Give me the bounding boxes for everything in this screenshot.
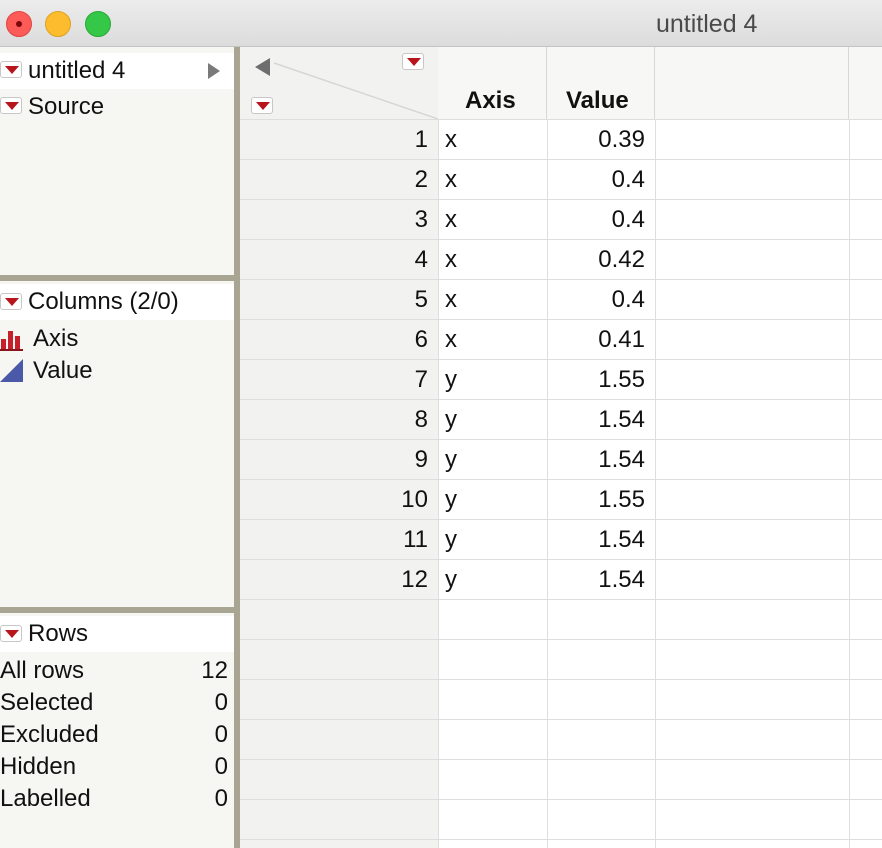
panel-splitter[interactable] [0,605,234,613]
grid-row-line [240,679,882,680]
rows-disclosure-icon[interactable] [0,625,22,642]
grid-column-line [655,119,656,848]
cell-axis[interactable]: x [445,280,457,320]
grid-row-line [240,639,882,640]
scroll-left-icon [255,58,270,76]
row-menu-disclosure-icon[interactable] [251,97,273,114]
close-button[interactable] [6,11,32,37]
grid-row-line [240,799,882,800]
cell-value[interactable]: 1.55 [545,480,645,520]
cell-value[interactable]: 0.41 [545,320,645,360]
source-label[interactable]: Source [28,93,104,121]
cell-axis[interactable]: x [445,160,457,200]
data-grid: Axis Value 1 x 0.39 2 x 0.4 3 x 0.4 4 x 0.42 5 x 0.4 6 x… [240,47,882,848]
cell-value[interactable]: 1.54 [545,440,645,480]
cell-axis[interactable]: x [445,320,457,360]
cell-axis[interactable]: y [445,400,457,440]
row-number[interactable]: 2 [240,160,428,200]
columns-disclosure-icon[interactable] [0,293,22,310]
cell-value[interactable]: 0.4 [545,200,645,240]
continuous-triangle-icon [0,359,23,382]
row-number[interactable]: 3 [240,200,428,240]
column-item-axis[interactable]: Axis [33,325,78,353]
rows-stat-selected[interactable]: Selected 0 [0,689,230,717]
cell-value[interactable]: 1.55 [545,360,645,400]
expand-arrow-icon[interactable] [206,62,222,80]
cell-axis[interactable]: y [445,560,457,600]
row-number[interactable]: 1 [240,120,428,160]
column-header-value[interactable]: Value [547,47,655,119]
rows-stat-label: Labelled [0,785,91,812]
table-name-label: untitled 4 [28,57,126,84]
grid-column-line [849,119,850,848]
rows-stat-value: 12 [201,657,228,684]
grid-column-line [438,119,439,848]
row-number[interactable]: 5 [240,280,428,320]
row-number[interactable]: 8 [240,400,428,440]
cell-value[interactable]: 0.39 [545,120,645,160]
cell-axis[interactable]: y [445,440,457,480]
cell-axis[interactable]: x [445,240,457,280]
rows-stat-label: Excluded [0,721,99,748]
rows-stat-hidden[interactable]: Hidden 0 [0,753,230,781]
grid-row-line [240,839,882,840]
rows-stat-value: 0 [214,753,228,780]
rows-stat-label: Hidden [0,753,77,780]
cell-axis[interactable]: y [445,520,457,560]
rows-stat-all[interactable]: All rows 12 [0,657,230,685]
column-header-axis[interactable]: Axis [438,47,547,119]
cell-axis[interactable]: x [445,120,457,160]
cell-value[interactable]: 1.54 [545,520,645,560]
left-panel: untitled 4 Source Columns (2/0) Axis Val… [0,47,234,848]
row-number[interactable]: 12 [240,560,428,600]
grid-row-line [240,759,882,760]
minimize-button[interactable] [45,11,71,37]
rows-stat-value: 0 [214,721,228,748]
cell-value[interactable]: 0.4 [545,280,645,320]
source-disclosure-icon[interactable] [0,97,22,114]
column-header-empty[interactable] [849,47,882,119]
cell-value[interactable]: 1.54 [545,560,645,600]
column-menu-disclosure-icon[interactable] [402,53,424,70]
rows-stat-excluded[interactable]: Excluded 0 [0,721,230,749]
cell-axis[interactable]: y [445,360,457,400]
panel-splitter[interactable] [0,273,234,281]
row-number[interactable]: 11 [240,520,428,560]
row-number[interactable]: 6 [240,320,428,360]
zoom-button[interactable] [85,11,111,37]
cell-axis[interactable]: y [445,480,457,520]
table-menu-disclosure-icon[interactable] [0,61,22,78]
window-title: untitled 4 [656,10,758,38]
title-bar: untitled 4 [0,0,882,47]
cell-value[interactable]: 0.42 [545,240,645,280]
rows-stat-value: 0 [214,785,228,812]
row-number[interactable]: 9 [240,440,428,480]
columns-header: Columns (2/0) [28,288,179,315]
cell-value[interactable]: 1.54 [545,400,645,440]
rows-stat-label: All rows [0,657,85,684]
rows-stat-label: Selected [0,689,94,716]
rows-header: Rows [28,620,89,647]
grid-corner [240,47,438,119]
row-number[interactable]: 7 [240,360,428,400]
grid-row-line [240,719,882,720]
cell-value[interactable]: 0.4 [545,160,645,200]
row-number[interactable]: 10 [240,480,428,520]
column-item-value[interactable]: Value [33,357,93,385]
rows-stat-value: 0 [214,689,228,716]
row-number[interactable]: 4 [240,240,428,280]
rows-stat-labelled[interactable]: Labelled 0 [0,785,230,813]
nominal-bar-icon [0,331,23,351]
column-header-empty[interactable] [655,47,849,119]
cell-axis[interactable]: x [445,200,457,240]
